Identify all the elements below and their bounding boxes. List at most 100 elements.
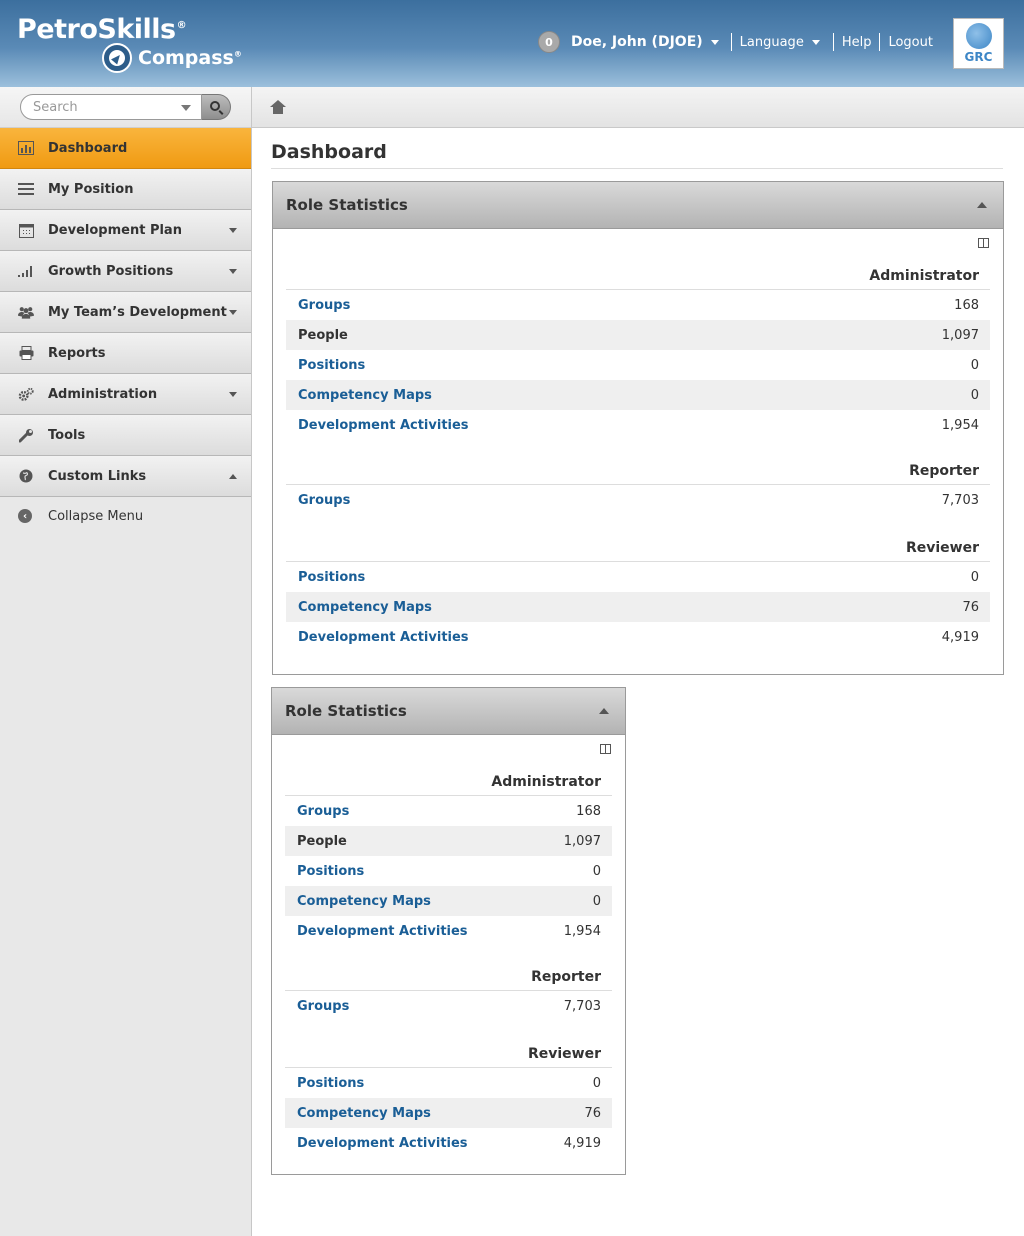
sidebar-item-my-position[interactable]: My Position (0, 169, 251, 210)
stat-link-development-activities[interactable]: Development Activities (298, 630, 469, 645)
stat-link-positions[interactable]: Positions (297, 1076, 364, 1091)
chevron-down-icon (229, 392, 237, 397)
role-heading: Reviewer (286, 535, 990, 562)
logout-link[interactable]: Logout (888, 35, 933, 50)
columns-icon[interactable] (978, 238, 989, 248)
stat-link-groups[interactable]: Groups (297, 999, 349, 1014)
arrow-left-circle-icon: ‹ (18, 509, 32, 523)
sidebar-item-administration[interactable]: Administration (0, 374, 251, 415)
bar-chart-icon (18, 140, 34, 156)
panel-body: Administrator Groups 168 People 1,097 Posi… (273, 229, 1003, 652)
stat-value: 1,954 (941, 417, 979, 433)
collapse-icon[interactable] (599, 708, 609, 714)
calendar-icon (18, 222, 34, 238)
compass-logo: Compass® (102, 43, 242, 73)
grc-button[interactable]: GRC (953, 18, 1004, 69)
sidebar-item-label: My Position (48, 181, 134, 197)
stat-row: Positions 0 (285, 856, 612, 886)
user-area: 0 Doe, John (DJOE) Language Help Logout (538, 31, 933, 53)
stat-row: Competency Maps 0 (285, 886, 612, 916)
stat-link-competency-maps[interactable]: Competency Maps (298, 600, 432, 615)
search-input[interactable]: Search (20, 94, 202, 120)
stat-link-competency-maps[interactable]: Competency Maps (297, 1106, 431, 1121)
divider (832, 33, 834, 51)
stat-link-development-activities[interactable]: Development Activities (297, 1136, 468, 1151)
stat-row: Groups 7,703 (285, 991, 612, 1021)
stat-link-positions[interactable]: Positions (297, 864, 364, 879)
language-label: Language (739, 34, 804, 50)
sidebar-item-development-plan[interactable]: Development Plan (0, 210, 251, 251)
sidebar-item-custom-links[interactable]: Custom Links (0, 456, 251, 497)
role-heading: Reviewer (285, 1041, 612, 1068)
stat-value: 76 (584, 1105, 601, 1121)
stat-value: 0 (970, 387, 979, 403)
product-name: Compass (138, 47, 234, 69)
stat-row: Development Activities 4,919 (286, 622, 990, 652)
breadcrumb (252, 87, 1024, 128)
page-title: Dashboard (271, 141, 387, 163)
sidebar: Search Dashboard My Position Development… (0, 87, 252, 1236)
notification-badge[interactable]: 0 (538, 31, 560, 53)
stat-link-development-activities[interactable]: Development Activities (297, 924, 468, 939)
stat-value: 168 (954, 297, 979, 313)
user-menu-caret-icon[interactable] (710, 39, 719, 45)
sidebar-item-label: Tools (48, 427, 86, 443)
columns-icon[interactable] (600, 744, 611, 754)
stat-link-groups[interactable]: Groups (298, 493, 350, 508)
sidebar-item-label: Growth Positions (48, 263, 174, 279)
chevron-down-icon (229, 228, 237, 233)
stat-link-groups[interactable]: Groups (297, 804, 349, 819)
gears-icon (18, 386, 34, 402)
stat-row: Development Activities 1,954 (285, 916, 612, 946)
stat-link-competency-maps[interactable]: Competency Maps (297, 894, 431, 909)
stat-row: Development Activities 1,954 (286, 410, 990, 440)
divider (730, 33, 732, 51)
sidebar-item-growth-positions[interactable]: Growth Positions (0, 251, 251, 292)
stat-row: People 1,097 (286, 320, 990, 350)
stat-value: 0 (970, 569, 979, 585)
sidebar-item-reports[interactable]: Reports (0, 333, 251, 374)
stat-row: Competency Maps 76 (285, 1098, 612, 1128)
stat-row: Groups 7,703 (286, 485, 990, 515)
language-menu[interactable]: Language (740, 35, 820, 50)
collapse-menu-label: Collapse Menu (48, 508, 144, 524)
brand-logo[interactable]: PetroSkills® (17, 14, 187, 45)
user-menu[interactable]: Doe, John (DJOE) (571, 34, 703, 50)
stat-value: 4,919 (563, 1135, 601, 1151)
stat-row: Positions 0 (286, 562, 990, 592)
collapse-menu-button[interactable]: ‹ Collapse Menu (0, 497, 251, 535)
home-icon[interactable] (270, 100, 286, 114)
sidebar-item-dashboard[interactable]: Dashboard (0, 128, 251, 169)
sidebar-item-tools[interactable]: Tools (0, 415, 251, 456)
stat-row: Groups 168 (285, 796, 612, 826)
stat-value: 7,703 (563, 998, 601, 1014)
role-statistics-panel: Role Statistics Administrator Groups 168 … (271, 687, 626, 1175)
print-icon (18, 345, 34, 361)
app-header: PetroSkills® Compass® 0 Doe, John (DJOE)… (0, 0, 1024, 87)
sidebar-item-label: Administration (48, 386, 158, 402)
sidebar-item-my-teams-development[interactable]: My Team’s Development (0, 292, 251, 333)
role-heading: Reporter (285, 964, 612, 991)
stat-link-positions[interactable]: Positions (298, 358, 365, 373)
stat-value: 0 (592, 1075, 601, 1091)
stat-row: Groups 168 (286, 290, 990, 320)
panel-header[interactable]: Role Statistics (272, 688, 625, 735)
wrench-icon (18, 427, 34, 443)
stat-link-development-activities[interactable]: Development Activities (298, 418, 469, 433)
user-name: Doe, John (DJOE) (571, 34, 703, 50)
stat-link-groups[interactable]: Groups (298, 298, 350, 313)
stat-row: People 1,097 (285, 826, 612, 856)
stat-label-people: People (297, 833, 347, 849)
stat-link-competency-maps[interactable]: Competency Maps (298, 388, 432, 403)
help-link[interactable]: Help (842, 35, 872, 50)
stat-row: Positions 0 (286, 350, 990, 380)
stat-value: 0 (970, 357, 979, 373)
collapse-icon[interactable] (977, 202, 987, 208)
stat-link-positions[interactable]: Positions (298, 570, 365, 585)
search-dropdown-icon[interactable] (181, 105, 191, 111)
sidebar-item-label: Reports (48, 345, 106, 361)
divider (879, 33, 881, 51)
search-button[interactable] (202, 94, 231, 120)
team-icon (18, 304, 34, 320)
panel-header[interactable]: Role Statistics (273, 182, 1003, 229)
